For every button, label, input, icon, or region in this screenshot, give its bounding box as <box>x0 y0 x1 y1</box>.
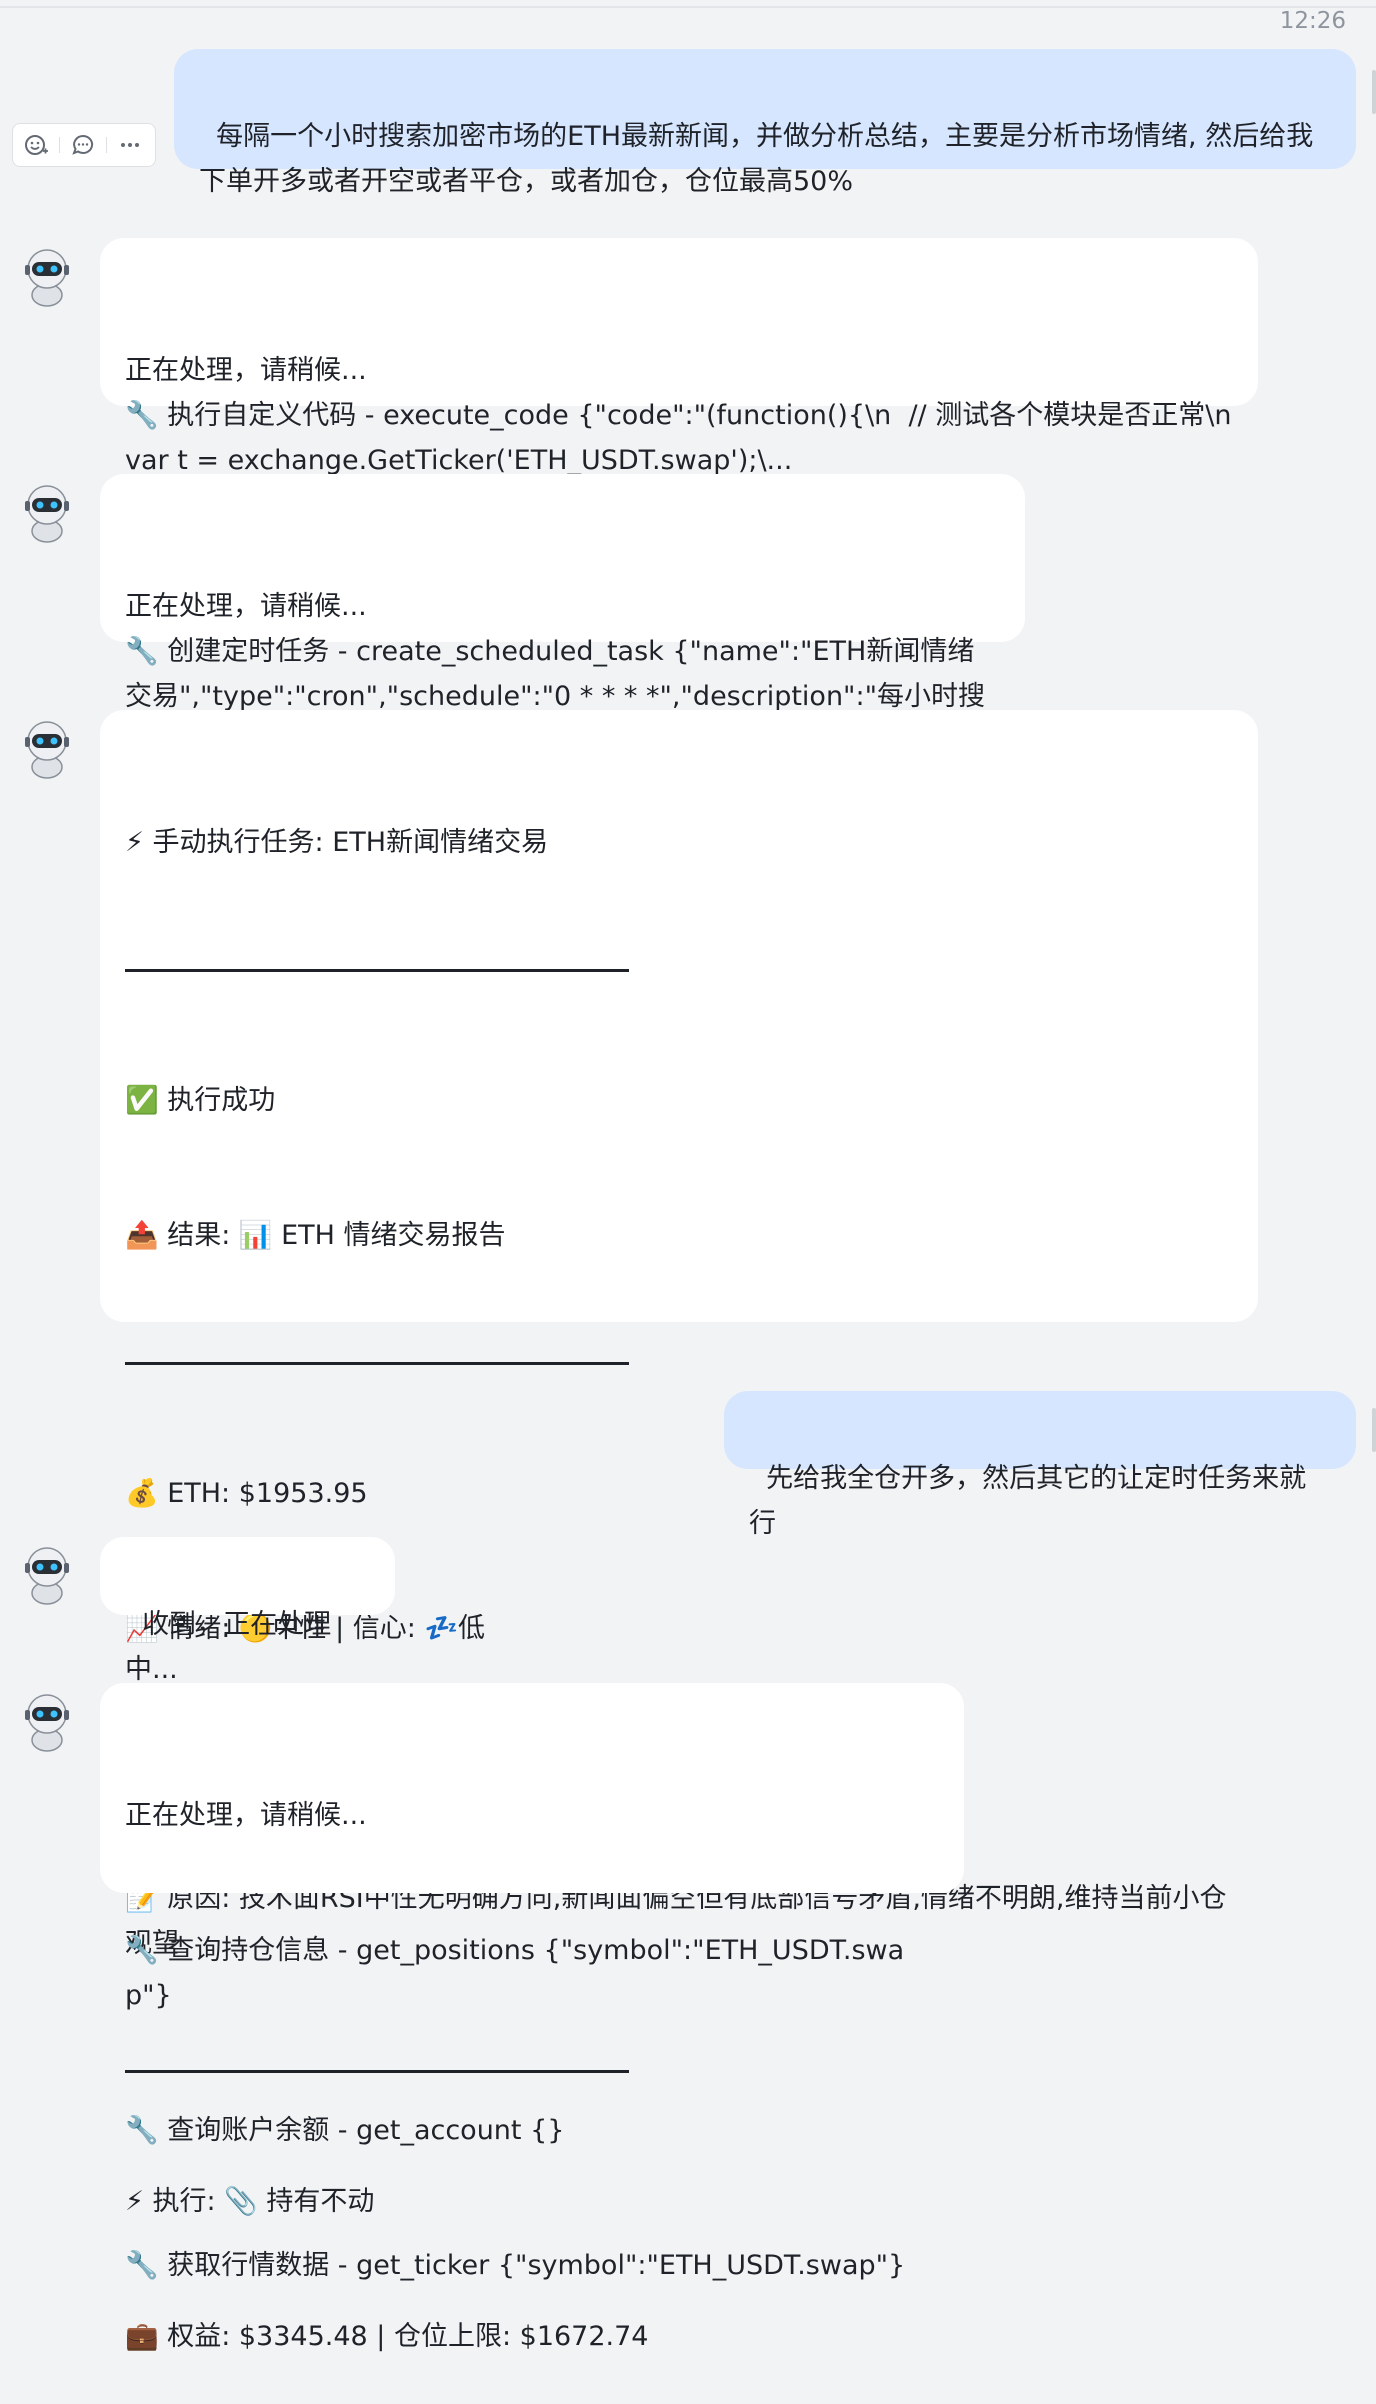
message-action-toolbar <box>12 123 156 167</box>
tool-call-line: 🔧 获取行情数据 - get_ticker {"symbol":"ETH_USD… <box>125 2250 906 2281</box>
task-status: ✅ 执行成功 <box>125 1085 276 1116</box>
more-icon[interactable] <box>107 124 153 166</box>
task-result: 📤 结果: 📊 ETH 情绪交易报告 <box>125 1220 506 1251</box>
status-line: 正在处理，请稍候... <box>125 1800 367 1831</box>
robot-avatar <box>16 481 78 543</box>
report-divider <box>125 1362 629 1365</box>
report-divider <box>125 2070 629 2073</box>
top-divider <box>0 6 1376 8</box>
bot-message-task-report[interactable]: ⚡ 手动执行任务: ETH新闻情绪交易 ✅ 执行成功 📤 结果: 📊 ETH 情… <box>100 710 1258 2352</box>
message-text: 每隔一个小时搜索加密市场的ETH最新新闻，并做分析总结，主要是分析市场情绪, 然… <box>199 121 1314 197</box>
message-timestamp: 12:26 <box>1279 8 1346 34</box>
bot-message[interactable]: 正在处理，请稍候... 🔧 创建定时任务 - create_scheduled_t… <box>100 474 1025 757</box>
equity: 💼 权益: $3345.48 | 仓位上限: $1672.74 <box>125 2321 649 2352</box>
status-line: 正在处理，请稍候... <box>125 591 367 622</box>
scroll-indicator <box>1372 1408 1376 1452</box>
user-message[interactable]: 先给我全仓开多，然后其它的让定时任务来就行 <box>724 1391 1356 1539</box>
bot-message[interactable]: 正在处理，请稍候... 🔧 执行自定义代码 - execute_code {"co… <box>100 238 1258 476</box>
robot-avatar <box>16 717 78 779</box>
emoji-reaction-icon[interactable] <box>13 124 59 166</box>
user-message[interactable]: 每隔一个小时搜索加密市场的ETH最新新闻，并做分析总结，主要是分析市场情绪, 然… <box>174 49 1356 197</box>
scroll-indicator <box>1372 70 1376 114</box>
status-line: 正在处理，请稍候... <box>125 355 367 386</box>
tool-call-line: 🔧 查询账户余额 - get_account {} <box>125 2115 565 2146</box>
robot-avatar <box>16 245 78 307</box>
report-divider <box>125 969 629 972</box>
bot-message[interactable]: 收到，正在处理中... <box>100 1537 395 1685</box>
tool-call-line: 🔧 查询持仓信息 - get_positions {"symbol":"ETH_… <box>125 1935 905 2011</box>
comment-icon[interactable] <box>60 124 106 166</box>
task-title: ⚡ 手动执行任务: ETH新闻情绪交易 <box>125 827 549 858</box>
robot-avatar <box>16 1690 78 1752</box>
tool-call-line: 🔧 执行自定义代码 - execute_code {"code":"(funct… <box>125 400 1241 476</box>
execution: ⚡ 执行: 📎 持有不动 <box>125 2186 375 2217</box>
bot-message[interactable]: 正在处理，请稍候... 🔧 查询持仓信息 - get_positions {"s… <box>100 1683 964 2281</box>
robot-avatar <box>16 1543 78 1605</box>
